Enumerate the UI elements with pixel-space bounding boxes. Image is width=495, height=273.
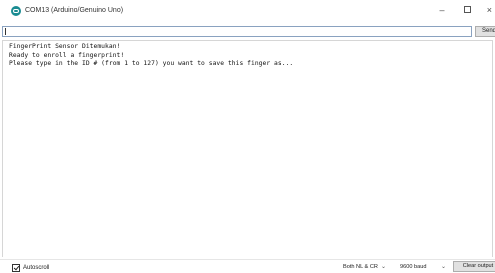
send-button[interactable]: Send xyxy=(475,26,495,37)
close-button[interactable]: × xyxy=(476,3,495,18)
chevron-down-icon: ⌄ xyxy=(441,264,447,270)
title-bar: COM13 (Arduino/Genuino Uno) – × xyxy=(0,0,495,22)
autoscroll-toggle[interactable]: Autoscroll xyxy=(12,263,49,272)
text-caret xyxy=(5,28,6,35)
send-row: Send xyxy=(0,26,495,38)
output-line: Ready to enroll a fingerprint! xyxy=(9,51,125,59)
maximize-icon xyxy=(463,6,471,14)
output-line: Please type in the ID # (from 1 to 127) … xyxy=(9,60,294,68)
line-ending-value: Both NL & CR xyxy=(343,264,378,270)
baud-rate-value: 9600 baud xyxy=(400,264,427,270)
maximize-button[interactable] xyxy=(456,3,478,18)
autoscroll-checkbox[interactable] xyxy=(12,263,20,272)
serial-output[interactable]: FingerPrint Sensor Ditemukan! Ready to e… xyxy=(2,40,493,257)
chevron-down-icon: ⌄ xyxy=(381,264,387,270)
clear-output-button[interactable]: Clear output xyxy=(453,261,495,272)
output-line: FingerPrint Sensor Ditemukan! xyxy=(9,43,121,50)
arduino-icon xyxy=(11,6,21,16)
minimize-button[interactable]: – xyxy=(431,3,453,18)
status-bar: Autoscroll Both NL & CR ⌄ 9600 baud ⌄ Cl… xyxy=(0,259,495,273)
window-title: COM13 (Arduino/Genuino Uno) xyxy=(25,7,124,14)
serial-input[interactable] xyxy=(2,26,472,37)
line-ending-select[interactable]: Both NL & CR ⌄ xyxy=(343,262,391,272)
baud-rate-select[interactable]: 9600 baud ⌄ xyxy=(400,262,448,272)
autoscroll-label: Autoscroll xyxy=(23,264,50,271)
